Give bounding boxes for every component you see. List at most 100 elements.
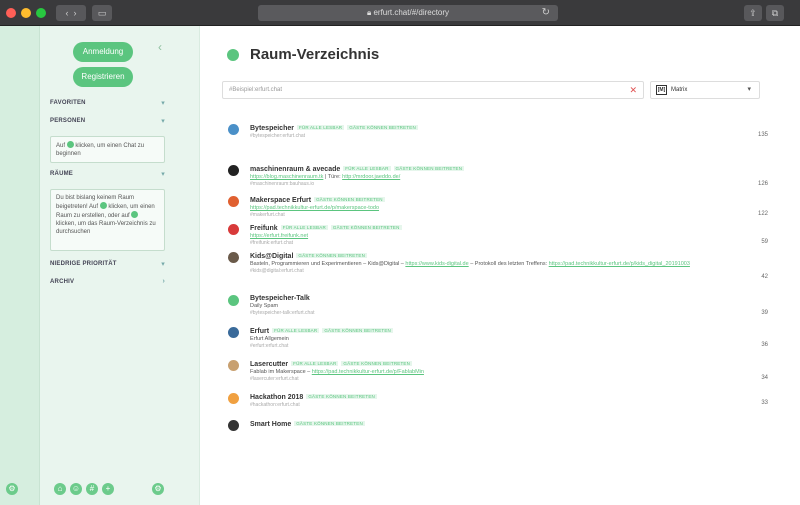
explore-icon[interactable]: # <box>86 483 98 495</box>
section-people[interactable]: PERSONEN ▾ <box>50 118 165 125</box>
chevron-down-icon: ▾ <box>161 171 165 178</box>
room-topic: Fablab im Makerspace – https://pad.techn… <box>250 369 720 376</box>
room-name: Makerspace Erfurt GÄSTE KÖNNEN BEITRETEN <box>250 195 720 205</box>
topic-link[interactable]: https://pad.technikkultur-erfurt.de/p/ki… <box>549 261 690 267</box>
back-forward-buttons[interactable]: ‹ › <box>56 5 86 21</box>
browser-titlebar: ‹ › ▭ 🔒︎ erfurt.chat/#/directory ↻ ⇪ ⧉ <box>0 0 800 26</box>
section-favorites[interactable]: FAVORITEN ▾ <box>50 100 165 107</box>
room-info: Kids@Digital GÄSTE KÖNNEN BEITRETEN Bastel… <box>250 251 720 275</box>
sidebar: ⚙ Anmeldung Registrieren ‹ FAVORITEN ▾ P… <box>0 26 200 505</box>
room-topic: Basteln, Programmieren und Experimentier… <box>250 261 720 268</box>
topic-link[interactable]: http://mrdoor.jaeddo.de/ <box>342 174 400 180</box>
page-title: Raum-Verzeichnis <box>250 46 380 63</box>
room-info: maschinenraum & avecade FÜR ALLE LESBAR GÄ… <box>250 164 720 188</box>
member-count: 42 <box>761 274 768 280</box>
room-badge: GÄSTE KÖNNEN BEITRETEN <box>306 394 377 399</box>
room-alias: #makerfurt.chat <box>250 212 285 218</box>
room-name: maschinenraum & avecade FÜR ALLE LESBAR GÄ… <box>250 164 720 174</box>
room-info: Makerspace Erfurt GÄSTE KÖNNEN BEITRETEN h… <box>250 195 720 219</box>
room-name-text: Makerspace Erfurt <box>250 197 312 204</box>
url-text: erfurt.chat/#/directory <box>373 8 450 17</box>
room-avatar <box>228 295 239 306</box>
reload-icon[interactable]: ↻ <box>542 5 550 21</box>
room-alias: #freifunk:erfurt.chat <box>250 240 294 246</box>
close-window-button[interactable] <box>6 8 16 18</box>
section-archive[interactable]: ARCHIV › <box>50 278 165 285</box>
search-placeholder: #Beispiel:erfurt.chat <box>229 87 283 93</box>
start-chat-icon[interactable] <box>66 141 74 148</box>
member-count: 33 <box>761 400 768 406</box>
topic-link[interactable]: https://pad.technikkultur-erfurt.de/p/ma… <box>250 205 379 211</box>
room-name: Erfurt FÜR ALLE LESBAR GÄSTE KÖNNEN BEITRE… <box>250 326 720 336</box>
member-count: 135 <box>757 132 768 138</box>
member-count: 122 <box>757 211 768 217</box>
url-bar[interactable]: 🔒︎ erfurt.chat/#/directory ↻ <box>258 5 558 21</box>
register-button[interactable]: Registrieren <box>73 67 133 87</box>
room-avatar <box>228 327 239 338</box>
room-alias: #lasercuter:erfurt.chat <box>250 376 299 382</box>
room-badge: GÄSTE KÖNNEN BEITRETEN <box>393 166 465 171</box>
room-alias: #bytespeicher:erfurt.chat <box>250 133 306 139</box>
topic-link[interactable]: https://erfurt.freifunk.net <box>250 233 308 239</box>
create-room-icon[interactable]: + <box>102 483 114 495</box>
protocol-dropdown[interactable]: [M] Matrix ▾ <box>650 81 760 99</box>
sidebar-toggle-button[interactable]: ▭ <box>92 5 112 21</box>
chevron-down-icon: ▾ <box>161 100 165 107</box>
topic-link[interactable]: https://www.kids-digital.de <box>405 261 468 267</box>
zoom-window-button[interactable] <box>36 8 46 18</box>
room-avatar <box>228 360 239 371</box>
room-topic: Daily Spam <box>250 303 720 310</box>
room-name-text: Bytespeicher-Talk <box>250 295 310 302</box>
room-alias: #kids@digital:erfurt.chat <box>250 268 304 274</box>
section-rooms[interactable]: RÄUME ▾ <box>50 171 165 178</box>
room-badge: GÄSTE KÖNNEN BEITRETEN <box>294 421 365 426</box>
share-button[interactable]: ⇪ <box>744 5 762 21</box>
room-name: Bytespeicher-Talk <box>250 294 720 303</box>
forward-icon[interactable]: › <box>74 8 77 18</box>
home-icon[interactable]: ⌂ <box>54 483 66 495</box>
room-topic: Erfurt Allgemein <box>250 336 720 343</box>
people-hint: Auf klicken, um einen Chat zu beginnen <box>50 136 165 163</box>
directory-icon <box>227 49 239 61</box>
chevron-down-icon: ▾ <box>747 86 751 93</box>
room-badge: GÄSTE KÖNNEN BEITRETEN <box>330 225 402 230</box>
room-badge: FÜR ALLE LESBAR <box>343 166 391 171</box>
settings-icon[interactable]: ⚙ <box>6 483 18 495</box>
community-strip: ⚙ <box>0 26 40 505</box>
member-count: 34 <box>761 375 768 381</box>
protocol-name: Matrix <box>671 87 688 93</box>
search-input[interactable]: #Beispiel:erfurt.chat ✕ <box>222 81 644 99</box>
explore-rooms-icon[interactable] <box>131 211 139 218</box>
room-topic: https://pad.technikkultur-erfurt.de/p/ma… <box>250 205 720 212</box>
collapse-sidebar-icon[interactable]: ‹ <box>158 40 162 54</box>
room-name-text: Smart Home <box>250 421 292 428</box>
login-button[interactable]: Anmeldung <box>73 42 133 62</box>
chevron-down-icon: ▾ <box>161 261 165 268</box>
room-badge: GÄSTE KÖNNEN BEITRETEN <box>341 361 413 366</box>
people-icon[interactable]: ☺ <box>70 483 82 495</box>
chevron-down-icon: ▾ <box>161 118 165 125</box>
room-alias: #maschinenraum:bauhaus.io <box>250 181 315 187</box>
rooms-hint: Du bist bislang keinem Raum beigetreten!… <box>50 189 165 251</box>
room-badge: GÄSTE KÖNNEN BEITRETEN <box>347 125 418 130</box>
room-name: Hackathon 2018 GÄSTE KÖNNEN BEITRETEN <box>250 392 720 402</box>
back-icon[interactable]: ‹ <box>65 8 68 18</box>
topic-text: Erfurt Allgemein <box>250 336 289 342</box>
room-info: Hackathon 2018 GÄSTE KÖNNEN BEITRETEN #hac… <box>250 392 720 409</box>
tabs-button[interactable]: ⧉ <box>766 5 784 21</box>
topic-link[interactable]: https://blog.maschinenraum.tk <box>250 174 323 180</box>
member-count: 39 <box>761 310 768 316</box>
section-low-priority[interactable]: NIEDRIGE PRIORITÄT ▾ <box>50 261 165 268</box>
minimize-window-button[interactable] <box>21 8 31 18</box>
settings-icon[interactable]: ⚙ <box>152 483 164 495</box>
room-name-text: Bytespeicher <box>250 125 294 132</box>
clear-icon[interactable]: ✕ <box>629 82 637 98</box>
room-avatar <box>228 420 239 431</box>
room-directory: Raum-Verzeichnis #Beispiel:erfurt.chat ✕… <box>200 26 800 505</box>
room-list-panel: Anmeldung Registrieren ‹ FAVORITEN ▾ PER… <box>40 26 200 505</box>
chevron-right-icon: › <box>162 278 165 285</box>
sidebar-bottom-bar: ⌂ ☺ # + <box>54 483 114 495</box>
topic-link[interactable]: https://pad.technikkultur-erfurt.de/p/Fa… <box>312 369 424 375</box>
create-room-icon[interactable] <box>99 202 107 209</box>
room-alias: #erfurt:erfurt.chat <box>250 343 289 349</box>
